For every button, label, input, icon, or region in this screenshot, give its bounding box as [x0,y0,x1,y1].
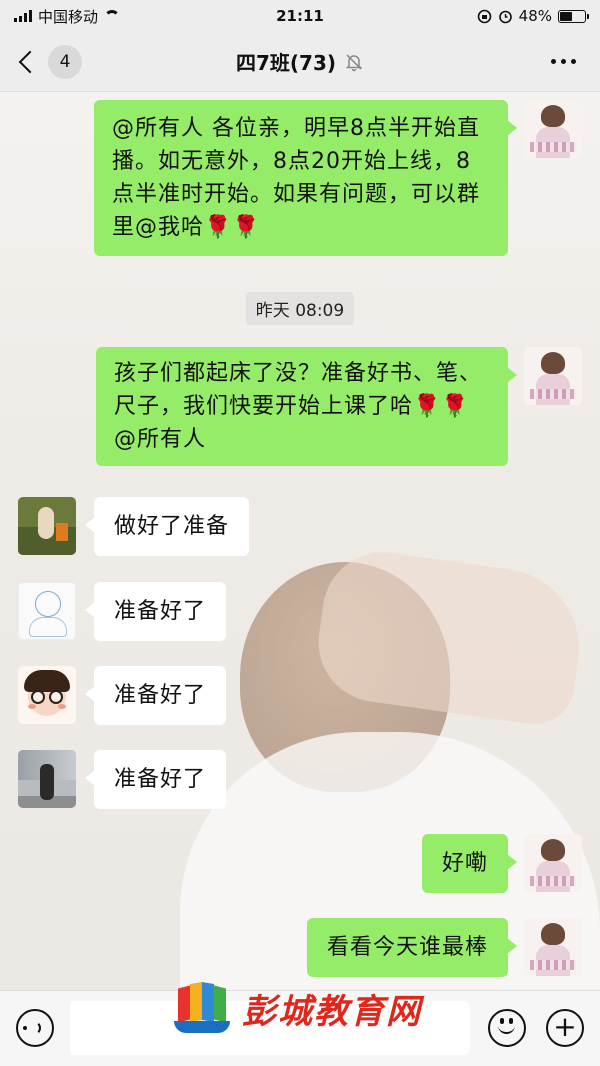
sketch-avatar[interactable] [18,582,76,640]
message-item[interactable]: @所有人 各位亲，明早8点半开始直播。如无意外，8点20开始上线，8点半准时开始… [94,100,582,256]
mute-bell-icon [345,53,363,71]
message-item[interactable]: 准备好了 [18,750,227,809]
message-item[interactable]: 准备好了 [18,582,227,641]
voice-button[interactable] [16,1009,54,1047]
teacher-avatar[interactable] [524,100,582,158]
teacher-avatar[interactable] [524,918,582,976]
message-bubble[interactable]: 准备好了 [84,666,227,725]
rotation-lock-icon [477,9,491,23]
emoji-icon [490,1009,524,1047]
message-bubble[interactable]: 准备好了 [84,750,227,809]
teacher-avatar[interactable] [524,834,582,892]
unread-count-badge: 4 [48,44,82,79]
more-icon [551,59,556,64]
chat-title: 四7班(73) [235,51,337,75]
emoji-button[interactable] [488,1009,526,1047]
chat-title-wrap: 四7班(73) [0,47,600,76]
message-input-bar: + [0,990,600,1066]
kid-grass-avatar[interactable] [18,497,76,555]
message-bubble[interactable]: 准备好了 [84,582,227,641]
message-bubble[interactable]: 做好了准备 [84,497,250,556]
signal-icon [14,10,32,22]
street-photo-avatar[interactable] [18,750,76,808]
chat-nav-bar: 4 四7班(73) [0,32,600,92]
message-item[interactable]: 准备好了 [18,666,227,725]
voice-icon [23,1021,41,1035]
more-functions-button[interactable]: + [546,1009,584,1047]
message-bubble[interactable]: 好嘞 [421,834,518,893]
message-list[interactable]: @所有人 各位亲，明早8点半开始直播。如无意外，8点20开始上线，8点半准时开始… [0,92,600,990]
status-bar: 中国移动 21:11 48% [0,0,600,32]
message-item[interactable]: 孩子们都起床了没？准备好书、笔、尺子，我们快要开始上课了哈🌹🌹@所有人 [96,347,582,466]
teacher-avatar[interactable] [524,347,582,405]
message-item[interactable]: 看看今天谁最棒 [306,918,582,977]
cartoon-girl-avatar[interactable] [18,666,76,724]
timestamp: 昨天 08:09 [245,292,355,325]
battery-percent: 48% [518,7,552,25]
more-options-button[interactable] [551,59,576,64]
back-button[interactable]: 4 [18,44,82,79]
carrier-label: 中国移动 [38,7,99,26]
wifi-icon [104,10,121,22]
alarm-icon [498,10,512,23]
message-bubble[interactable]: @所有人 各位亲，明早8点半开始直播。如无意外，8点20开始上线，8点半准时开始… [94,100,517,256]
battery-icon [558,9,589,23]
message-input[interactable] [70,1001,470,1055]
message-item[interactable]: 做好了准备 [18,497,250,556]
message-item[interactable]: 好嘞 [421,834,582,893]
chevron-left-icon [18,50,42,73]
message-bubble[interactable]: 看看今天谁最棒 [306,918,518,977]
message-bubble[interactable]: 孩子们都起床了没？准备好书、笔、尺子，我们快要开始上课了哈🌹🌹@所有人 [96,347,517,466]
plus-icon: + [553,1010,577,1043]
